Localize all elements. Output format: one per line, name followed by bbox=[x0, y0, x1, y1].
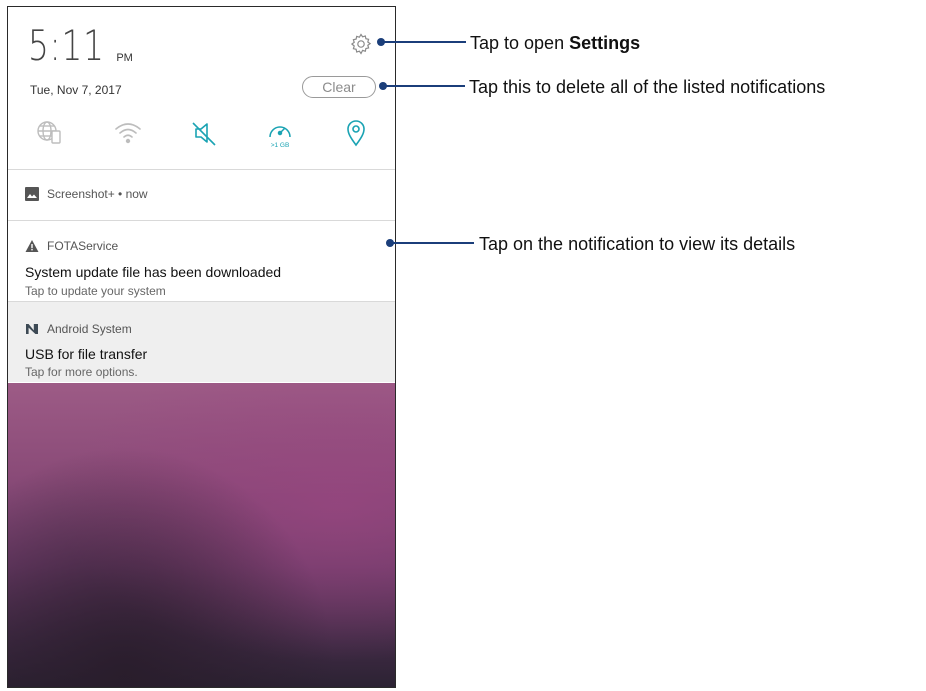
mute-icon[interactable] bbox=[188, 117, 220, 149]
notification-app-name: Screenshot+ • now bbox=[47, 187, 148, 201]
warning-icon bbox=[25, 239, 39, 253]
wifi-icon[interactable] bbox=[112, 117, 144, 149]
quick-settings-row: >1 GB bbox=[8, 117, 395, 153]
notification-screenshot[interactable]: Screenshot+ • now bbox=[8, 170, 395, 220]
clock-time: 5:11 bbox=[28, 21, 105, 70]
notification-fotaservice[interactable]: FOTAService System update file has been … bbox=[8, 221, 395, 301]
callout-line-settings bbox=[381, 41, 466, 43]
callout-settings-prefix: Tap to open bbox=[470, 33, 570, 53]
callout-notification: Tap on the notification to view its deta… bbox=[479, 234, 796, 254]
notification-title: System update file has been downloaded bbox=[25, 264, 282, 280]
notification-text: Tap for more options. bbox=[25, 365, 138, 379]
settings-gear-icon[interactable] bbox=[349, 32, 373, 56]
android-n-icon bbox=[25, 322, 39, 336]
callout-settings: Tap to open Settings bbox=[470, 33, 640, 53]
clock-ampm: PM bbox=[116, 52, 133, 64]
callout-line-clear bbox=[383, 85, 465, 87]
notification-android-system[interactable]: Android System USB for file transfer Tap… bbox=[8, 302, 395, 382]
date-label: Tue, Nov 7, 2017 bbox=[30, 83, 122, 97]
callout-line-notification bbox=[390, 242, 474, 244]
clock: 5:11 PM bbox=[28, 25, 133, 67]
notification-app-name: Android System bbox=[47, 322, 132, 336]
callout-settings-bold: Settings bbox=[569, 33, 641, 53]
notification-app-name: FOTAService bbox=[47, 239, 119, 253]
notification-text: Tap to update your system bbox=[25, 284, 166, 298]
data-usage-icon[interactable]: >1 GB bbox=[264, 117, 296, 149]
image-icon bbox=[25, 187, 39, 201]
phone-screen: 5:11 PM Tue, Nov 7, 2017 Clear >1 GB Scr… bbox=[7, 6, 396, 688]
globe-sim-icon[interactable] bbox=[34, 117, 66, 149]
notification-title: USB for file transfer bbox=[25, 346, 148, 362]
notification-shade-header: 5:11 PM Tue, Nov 7, 2017 Clear >1 GB bbox=[8, 7, 395, 169]
clear-all-button[interactable]: Clear bbox=[302, 76, 376, 98]
data-usage-label: >1 GB bbox=[271, 142, 290, 149]
callout-clear: Tap this to delete all of the listed not… bbox=[469, 77, 826, 97]
location-icon[interactable] bbox=[340, 117, 372, 149]
wallpaper bbox=[8, 383, 395, 687]
